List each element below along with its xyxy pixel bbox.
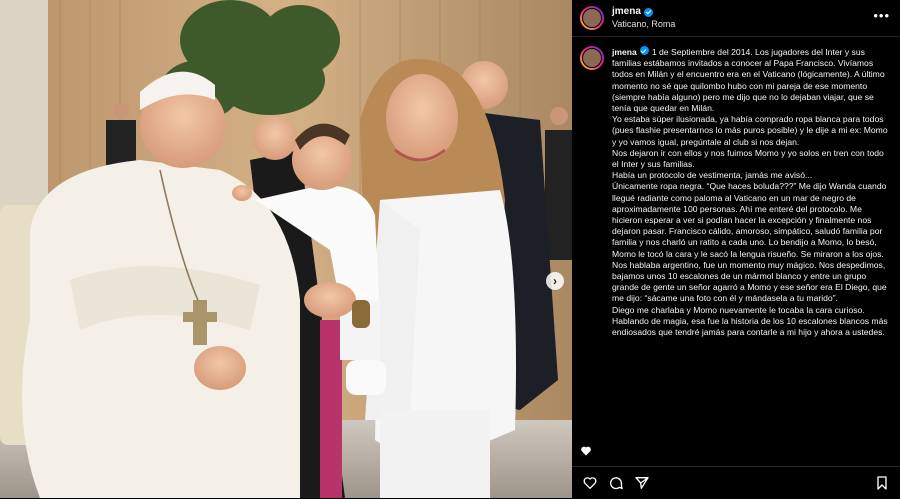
- heart-icon[interactable]: [582, 475, 598, 491]
- post-side-panel: jmena Vaticano, Roma ••• jmena 1 de Septi…: [572, 0, 900, 498]
- action-bar: [572, 466, 900, 499]
- more-options-icon[interactable]: •••: [873, 8, 890, 23]
- instagram-post-view: › jmena Vaticano, Roma ••• jmena 1 de Sep…: [0, 0, 900, 498]
- caption-username[interactable]: jmena: [612, 47, 637, 57]
- post-header: jmena Vaticano, Roma •••: [572, 0, 900, 37]
- caption: jmena 1 de Septiembre del 2014. Los jugad…: [612, 46, 892, 338]
- post-photo[interactable]: ›: [0, 0, 572, 498]
- post-photo-image: [0, 0, 572, 498]
- verified-badge-icon: [643, 7, 653, 17]
- caption-block: jmena 1 de Septiembre del 2014. Los jugad…: [580, 46, 892, 338]
- verified-badge-icon: [639, 46, 649, 55]
- caption-text: 1 de Septiembre del 2014. Los jugadores …: [612, 47, 888, 338]
- chevron-right-icon: ›: [553, 274, 557, 288]
- bookmark-icon[interactable]: [874, 475, 890, 491]
- username-link[interactable]: jmena: [612, 6, 641, 18]
- comment-icon[interactable]: [608, 475, 624, 491]
- caption-avatar[interactable]: [580, 46, 604, 70]
- share-icon[interactable]: [634, 475, 650, 491]
- caption-like-heart-icon[interactable]: [580, 445, 592, 457]
- avatar[interactable]: [580, 6, 604, 30]
- location-link[interactable]: Vaticano, Roma: [612, 18, 675, 30]
- next-photo-button[interactable]: ›: [546, 272, 564, 290]
